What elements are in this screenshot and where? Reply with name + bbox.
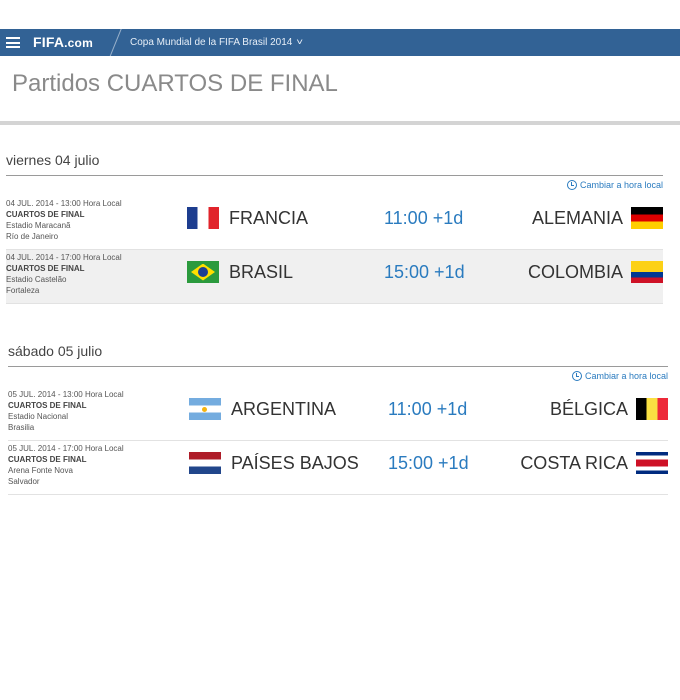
away-team-name: COSTA RICA [520, 452, 628, 473]
day-heading: viernes 04 julio [6, 152, 100, 168]
france-flag-icon [187, 207, 219, 229]
clock-icon [571, 371, 582, 381]
match-stage: CUARTOS DE FINAL [8, 401, 87, 410]
chevron-down-icon: ˅ [296, 37, 304, 47]
top-nav-bar: FIFA.com Copa Mundial de la FIFA Brasil … [0, 29, 680, 56]
match-datetime: 05 JUL. 2014 - 17:00 Hora Local [8, 444, 124, 453]
menu-icon[interactable] [6, 37, 20, 48]
belgium-flag-icon [636, 398, 668, 420]
netherlands-flag-icon [189, 452, 221, 474]
match-time: 11:00 +1d [384, 208, 464, 228]
page-title-stage: CUARTOS DE FINAL [106, 70, 338, 97]
day-section-1: viernes 04 julio Cambiar a hora local 04… [6, 152, 663, 304]
match-city: Río de Janeiro [6, 232, 59, 241]
colombia-flag-icon [631, 261, 663, 283]
home-team-name: BRASIL [229, 261, 294, 282]
match-time: 11:00 +1d [388, 399, 468, 419]
page-title: Partidos CUARTOS DE FINAL [12, 70, 338, 98]
match-info: 04 JUL. 2014 - 13:00 Hora Local CUARTOS … [6, 198, 122, 242]
away-team[interactable]: ALEMANIA [532, 207, 663, 229]
away-team[interactable]: COLOMBIA [528, 261, 663, 283]
brazil-flag-icon [187, 261, 219, 283]
tournament-selector[interactable]: Copa Mundial de la FIFA Brasil 2014 ˅ [130, 37, 303, 48]
germany-flag-icon [631, 207, 663, 229]
title-divider [0, 121, 680, 125]
home-team[interactable]: BRASIL [187, 261, 293, 283]
match-datetime: 04 JUL. 2014 - 13:00 Hora Local [6, 199, 122, 208]
change-local-time-link[interactable]: Cambiar a hora local [6, 176, 663, 196]
away-team-name: BÉLGICA [549, 398, 628, 419]
page-title-prefix: Partidos [12, 70, 101, 97]
home-team[interactable]: FRANCIA [187, 207, 308, 229]
nav-separator [108, 29, 122, 56]
match-time: 15:00 +1d [388, 453, 469, 473]
match-stadium: Arena Fonte Nova [8, 466, 73, 475]
match-stadium: Estadio Castelão [6, 275, 67, 284]
match-time: 15:00 +1d [384, 262, 465, 282]
argentina-flag-icon [189, 398, 221, 420]
costa-rica-flag-icon [636, 452, 668, 474]
match-city: Brasilia [8, 423, 35, 432]
away-team[interactable]: BÉLGICA [550, 398, 668, 420]
home-team[interactable]: PAÍSES BAJOS [189, 452, 359, 474]
match-stage: CUARTOS DE FINAL [6, 264, 85, 273]
match-city: Salvador [8, 477, 40, 486]
match-row[interactable]: 04 JUL. 2014 - 17:00 Hora Local CUARTOS … [6, 250, 663, 304]
match-datetime: 04 JUL. 2014 - 17:00 Hora Local [6, 253, 122, 262]
match-stadium: Estadio Maracanã [6, 221, 71, 230]
day-section-2: sábado 05 julio Cambiar a hora local 05 … [8, 343, 668, 495]
day-heading: sábado 05 julio [8, 343, 103, 359]
tournament-label: Copa Mundial de la FIFA Brasil 2014 [130, 37, 293, 48]
away-team-name: COLOMBIA [527, 261, 623, 282]
home-team-name: ARGENTINA [231, 398, 337, 419]
home-team-name: FRANCIA [229, 207, 309, 228]
clock-icon [566, 180, 577, 190]
match-row[interactable]: 05 JUL. 2014 - 13:00 Hora Local CUARTOS … [8, 387, 668, 441]
match-info: 04 JUL. 2014 - 17:00 Hora Local CUARTOS … [6, 252, 122, 296]
match-stage: CUARTOS DE FINAL [8, 455, 87, 464]
fifa-logo[interactable]: FIFA.com [33, 34, 93, 50]
match-city: Fortaleza [6, 286, 40, 295]
away-team[interactable]: COSTA RICA [520, 452, 668, 474]
home-team[interactable]: ARGENTINA [189, 398, 336, 420]
match-info: 05 JUL. 2014 - 13:00 Hora Local CUARTOS … [8, 389, 124, 433]
match-info: 05 JUL. 2014 - 17:00 Hora Local CUARTOS … [8, 443, 124, 487]
match-row[interactable]: 04 JUL. 2014 - 13:00 Hora Local CUARTOS … [6, 196, 663, 250]
match-row[interactable]: 05 JUL. 2014 - 17:00 Hora Local CUARTOS … [8, 441, 668, 495]
home-team-name: PAÍSES BAJOS [231, 452, 359, 473]
match-datetime: 05 JUL. 2014 - 13:00 Hora Local [8, 390, 124, 399]
match-stadium: Estadio Nacional [8, 412, 69, 421]
match-stage: CUARTOS DE FINAL [6, 210, 85, 219]
change-local-time-link[interactable]: Cambiar a hora local [8, 367, 668, 387]
away-team-name: ALEMANIA [531, 207, 623, 228]
